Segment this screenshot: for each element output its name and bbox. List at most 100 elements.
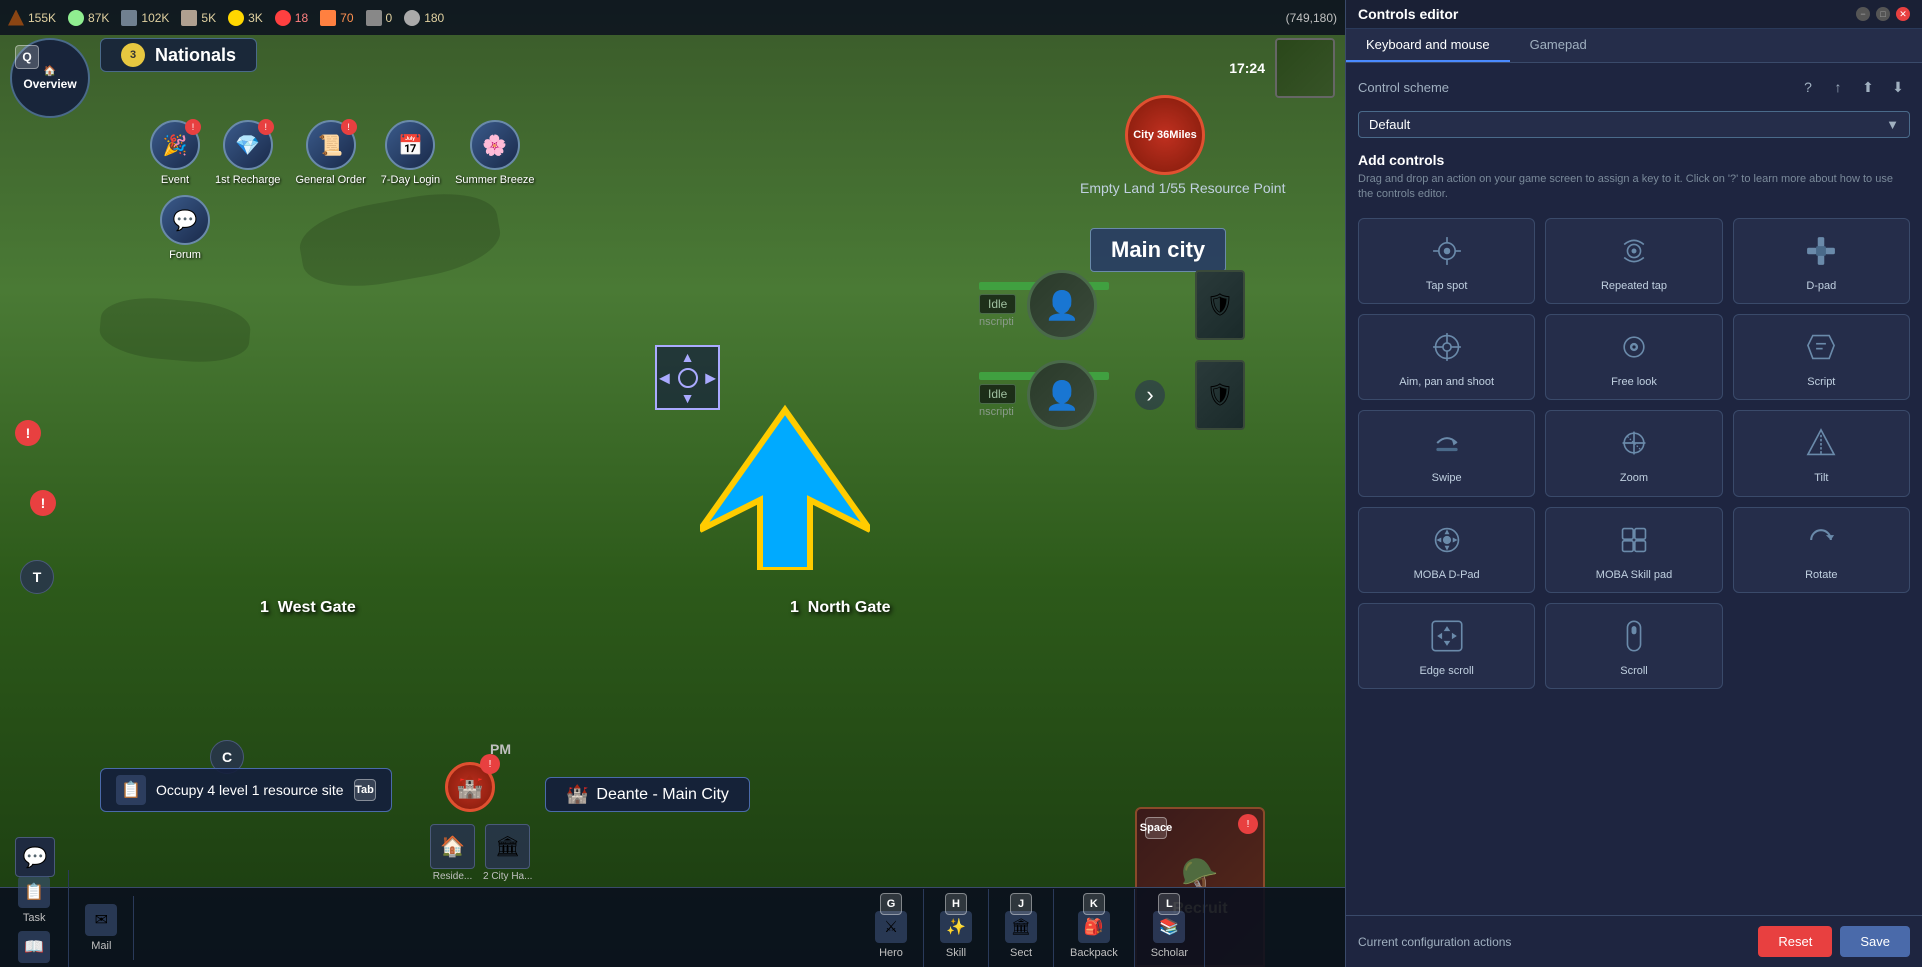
resource-extra1: 0: [366, 10, 393, 26]
hero-gear-2[interactable]: 🛡: [1195, 360, 1245, 430]
space-key-badge: Space: [1145, 817, 1167, 839]
quest-bar[interactable]: 📋 Occupy 4 level 1 resource site Tab: [100, 768, 392, 812]
hero-portrait-2[interactable]: 👤: [1027, 360, 1097, 430]
aim-pan-shoot-icon: [1429, 329, 1465, 365]
rotate-icon: [1803, 522, 1839, 558]
zoom-icon: [1616, 425, 1652, 461]
tab-keyboard[interactable]: Keyboard and mouse: [1346, 29, 1510, 62]
dpad-icon-container: [1799, 229, 1843, 273]
minimap[interactable]: [1275, 38, 1335, 98]
rotate-label: Rotate: [1805, 568, 1837, 582]
hero-portraits-area: Idle nscripti 👤 🛡 Idle nscripti 👤 🛡: [979, 270, 1245, 430]
panel-minimize-btn[interactable]: −: [1856, 7, 1870, 21]
free-look-label: Free look: [1611, 375, 1657, 389]
seven-day-login-btn[interactable]: 📅 7-Day Login: [381, 120, 440, 186]
residence-btn[interactable]: 🏠 Reside...: [430, 824, 475, 882]
sect-btn[interactable]: J 🏛 Sect: [989, 889, 1054, 967]
exclaim-icon-1[interactable]: !: [15, 420, 41, 446]
add-controls-title: Add controls: [1358, 152, 1910, 168]
scroll-right-arrow[interactable]: ›: [1135, 380, 1165, 410]
script-label: Script: [1807, 375, 1835, 389]
control-scheme-label: Control scheme: [1358, 80, 1449, 95]
scholar-btn[interactable]: L 📚 Scholar: [1135, 889, 1205, 967]
zoom-label: Zoom: [1620, 471, 1648, 485]
panel-maximize-btn[interactable]: □: [1876, 7, 1890, 21]
free-look-icon-container: [1612, 325, 1656, 369]
dpad-item[interactable]: D-pad: [1733, 218, 1910, 304]
moba-dpad-icon: [1429, 522, 1465, 558]
tilt-label: Tilt: [1814, 471, 1828, 485]
west-gate-label: 1 West Gate: [260, 599, 356, 617]
tap-spot-icon-container: [1425, 229, 1469, 273]
tilt-item[interactable]: Tilt: [1733, 410, 1910, 496]
repeated-tap-label: Repeated tap: [1601, 279, 1667, 293]
main-city-label[interactable]: Main city: [1090, 228, 1226, 272]
import-icon[interactable]: ⬇: [1886, 75, 1910, 99]
control-scheme-dropdown[interactable]: Default ▼: [1358, 111, 1910, 138]
moba-skill-item[interactable]: MOBA Skill pad: [1545, 507, 1722, 593]
hero-gear-1[interactable]: 🛡: [1195, 270, 1245, 340]
tap-spot-item[interactable]: Tap spot: [1358, 218, 1535, 304]
zoom-item[interactable]: Zoom: [1545, 410, 1722, 496]
mail-btn[interactable]: ✉ Mail: [69, 896, 134, 960]
export-icon[interactable]: ⬆: [1856, 75, 1880, 99]
moba-dpad-item[interactable]: MOBA D-Pad: [1358, 507, 1535, 593]
share-icon[interactable]: ↑: [1826, 75, 1850, 99]
building-icons-row: 🏠 Reside... 🏛 2 City Ha...: [430, 824, 532, 882]
arrow-left-icon: ◀: [659, 369, 670, 386]
summer-breeze-btn[interactable]: 🌸 Summer Breeze: [455, 120, 534, 186]
edge-scroll-item[interactable]: Edge scroll: [1358, 603, 1535, 689]
arrow-right-icon: ▶: [705, 369, 716, 386]
script-item[interactable]: Script: [1733, 314, 1910, 400]
repeated-tap-item[interactable]: Repeated tap: [1545, 218, 1722, 304]
time-display: 17:24: [1229, 60, 1265, 76]
task-btn[interactable]: 📋 Task: [8, 874, 60, 926]
skill-btn[interactable]: H ✨ Skill: [924, 889, 989, 967]
nationals-bar[interactable]: 3 Nationals: [100, 38, 257, 72]
quest-icon: 🏰 !: [445, 762, 495, 812]
scroll-item[interactable]: Scroll: [1545, 603, 1722, 689]
tab-key-badge: Tab: [354, 779, 376, 801]
resource-gold: 3K: [228, 10, 263, 26]
reset-button[interactable]: Reset: [1758, 926, 1832, 957]
tap-spot-label: Tap spot: [1426, 279, 1468, 293]
recharge-icon-btn[interactable]: 💎 ! 1st Recharge: [215, 120, 280, 186]
save-button[interactable]: Save: [1840, 926, 1910, 957]
add-controls-description: Drag and drop an action on your game scr…: [1358, 172, 1910, 203]
general-order-btn[interactable]: 📜 ! General Order: [295, 120, 365, 186]
event-icon-btn[interactable]: 🎉 ! Event: [150, 120, 200, 186]
resource-food: 87K: [68, 10, 109, 26]
swipe-item[interactable]: Swipe: [1358, 410, 1535, 496]
city-name-bar[interactable]: 🏰 Deante - Main City: [545, 777, 750, 812]
arrow-up-icon: ▲: [681, 349, 695, 365]
nationals-label: Nationals: [155, 45, 236, 66]
backpack-btn[interactable]: K 🎒 Backpack: [1054, 889, 1135, 967]
rotate-item[interactable]: Rotate: [1733, 507, 1910, 593]
free-look-item[interactable]: Free look: [1545, 314, 1722, 400]
hero-status-1: Idle: [979, 294, 1016, 314]
control-scheme-row: Control scheme ? ↑ ⬆ ⬇: [1358, 75, 1910, 99]
panel-window-controls: − □ ✕: [1856, 7, 1910, 21]
question-icon[interactable]: ?: [1796, 75, 1820, 99]
hero-btn[interactable]: G ⚔ Hero: [859, 889, 924, 967]
forum-btn[interactable]: 💬 Forum: [160, 195, 210, 261]
moba-skill-icon: [1616, 522, 1652, 558]
hero-portrait-1[interactable]: 👤: [1027, 270, 1097, 340]
free-look-icon: [1616, 329, 1652, 365]
t-key-badge[interactable]: T: [20, 560, 54, 594]
panel-close-btn[interactable]: ✕: [1896, 7, 1910, 21]
aim-pan-shoot-item[interactable]: Aim, pan and shoot: [1358, 314, 1535, 400]
chapter-btn[interactable]: 📖 Chapter II: [8, 929, 60, 967]
quest-text: Occupy 4 level 1 resource site: [156, 782, 344, 798]
empty-land-label: Empty Land 1/55 Resource Point: [1080, 180, 1285, 196]
swipe-label: Swipe: [1432, 471, 1462, 485]
exclaim-icon-2[interactable]: !: [30, 490, 56, 516]
city-hall-btn[interactable]: 🏛 2 City Ha...: [483, 824, 532, 882]
q-key-badge[interactable]: Q: [15, 45, 39, 69]
resource-wood: 155K: [8, 10, 56, 26]
moba-skill-icon-container: [1612, 518, 1656, 562]
tab-gamepad[interactable]: Gamepad: [1510, 29, 1607, 62]
default-scheme-value: Default: [1369, 117, 1410, 132]
footer-buttons: Reset Save: [1758, 926, 1910, 957]
dpad-icon: [1803, 233, 1839, 269]
